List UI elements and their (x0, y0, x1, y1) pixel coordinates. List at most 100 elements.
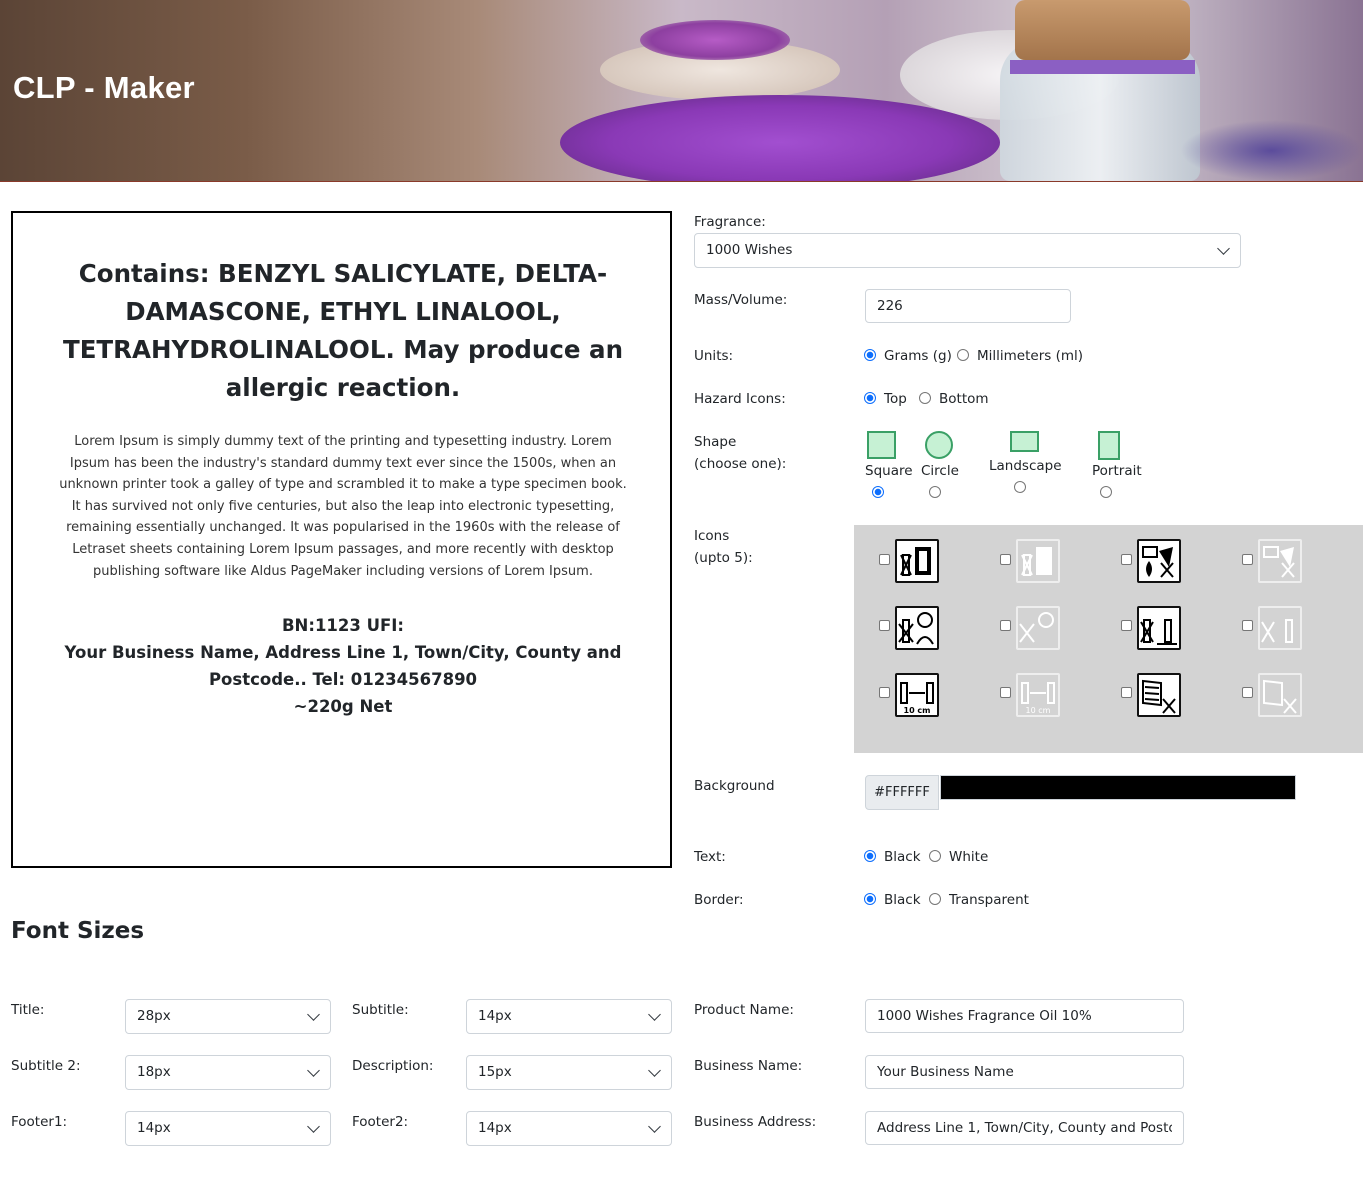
border-transparent-radio[interactable] (929, 893, 941, 905)
font-sizes-heading: Font Sizes (11, 918, 145, 944)
border-transparent-label: Transparent (949, 892, 1029, 908)
background-hex-value: #FFFFFF (865, 775, 939, 810)
footer2-size-value: 14px (478, 1120, 512, 1136)
business-address-label: Business Address: (694, 1114, 817, 1130)
candle-unattended-icon-white (1258, 606, 1302, 650)
preview-description: Lorem Ipsum is simply dummy text of the … (59, 434, 627, 579)
units-ml-label: Millimeters (ml) (977, 348, 1084, 364)
shape-label: Shape (694, 434, 737, 450)
border-black-label: Black (884, 892, 921, 908)
footer2-size-select[interactable]: 14px (466, 1111, 672, 1146)
shape-portrait-label: Portrait (1092, 463, 1142, 479)
fragrance-select-value: 1000 Wishes (706, 242, 793, 258)
text-color-label: Text: (694, 849, 726, 865)
border-black-radio[interactable] (864, 893, 876, 905)
candle-children-icon-white (1016, 606, 1060, 650)
banner-photo-lavender (1180, 120, 1363, 181)
preview-footer2: Your Business Name, Address Line 1, Town… (64, 643, 622, 689)
chevron-down-icon (307, 1120, 320, 1133)
svg-text:10 cm: 10 cm (1026, 706, 1051, 715)
candle-draught-icon-white (1258, 673, 1302, 717)
title-size-label: Title: (11, 1002, 45, 1018)
title-size-value: 28px (137, 1008, 171, 1024)
mass-input[interactable] (865, 289, 1071, 323)
shape-landscape-radio[interactable] (1014, 481, 1026, 493)
units-label: Units: (694, 348, 734, 364)
fragrance-select[interactable]: 1000 Wishes (694, 233, 1241, 268)
subtitle2-size-label: Subtitle 2: (11, 1058, 81, 1074)
preview-title: Contains: BENZYL SALICYLATE, DELTA-DAMAS… (62, 259, 624, 402)
hazard-bottom-label: Bottom (939, 391, 989, 407)
icon-checkbox[interactable] (1000, 554, 1011, 565)
subtitle2-size-value: 18px (137, 1064, 171, 1080)
icon-checkbox[interactable] (1121, 554, 1132, 565)
icon-checkbox[interactable] (879, 554, 890, 565)
business-name-label: Business Name: (694, 1058, 803, 1074)
shape-square-preview[interactable] (867, 431, 896, 459)
border-label: Border: (694, 892, 744, 908)
shape-portrait-radio[interactable] (1100, 486, 1112, 498)
background-color-picker[interactable] (940, 775, 1296, 800)
shape-square-radio[interactable] (872, 486, 884, 498)
banner-photo-cork (1015, 0, 1190, 60)
icon-checkbox[interactable] (1121, 620, 1132, 631)
candle-flammable-icon (1137, 539, 1181, 583)
header-banner: CLP - Maker (0, 0, 1363, 182)
chevron-down-icon (307, 1064, 320, 1077)
product-name-input[interactable] (865, 999, 1184, 1033)
candle-draught-icon (1137, 673, 1181, 717)
fragrance-label: Fragrance: (694, 214, 766, 230)
footer1-size-select[interactable]: 14px (125, 1111, 331, 1146)
label-preview: Contains: BENZYL SALICYLATE, DELTA-DAMAS… (11, 211, 672, 868)
shape-portrait-preview[interactable] (1098, 431, 1120, 460)
banner-photo-candle-glow (640, 20, 790, 60)
candle-spacing-icon: 10 cm (895, 673, 939, 717)
candle-keep-away-icon-white (1016, 539, 1060, 583)
hazard-top-label: Top (884, 391, 907, 407)
icon-checkbox[interactable] (1000, 687, 1011, 698)
product-name-label: Product Name: (694, 1002, 794, 1018)
footer1-size-value: 14px (137, 1120, 171, 1136)
footer2-size-label: Footer2: (352, 1114, 409, 1130)
units-ml-radio[interactable] (957, 349, 969, 361)
text-black-radio[interactable] (864, 850, 876, 862)
description-size-value: 15px (478, 1064, 512, 1080)
icon-checkbox[interactable] (1000, 620, 1011, 631)
text-white-radio[interactable] (929, 850, 941, 862)
icon-checkbox[interactable] (1242, 554, 1253, 565)
hazard-label: Hazard Icons: (694, 391, 786, 407)
text-black-label: Black (884, 849, 921, 865)
background-label: Background (694, 778, 775, 794)
svg-text:10 cm: 10 cm (904, 706, 931, 715)
chevron-down-icon (1217, 242, 1230, 255)
units-grams-radio[interactable] (864, 349, 876, 361)
preview-net-weight: ~220g Net (293, 697, 393, 716)
candle-spacing-icon-white: 10 cm (1016, 673, 1060, 717)
shape-square-label: Square (865, 463, 913, 479)
business-name-input[interactable] (865, 1055, 1184, 1089)
candle-flammable-icon-white (1258, 539, 1302, 583)
business-address-input[interactable] (865, 1111, 1184, 1145)
shape-landscape-label: Landscape (989, 458, 1062, 474)
shape-landscape-preview[interactable] (1010, 431, 1039, 452)
hazard-bottom-radio[interactable] (919, 392, 931, 404)
description-size-select[interactable]: 15px (466, 1055, 672, 1090)
shape-circle-preview[interactable] (925, 431, 953, 459)
page-title: CLP - Maker (13, 70, 195, 105)
subtitle-size-select[interactable]: 14px (466, 999, 672, 1034)
icon-checkbox[interactable] (1242, 620, 1253, 631)
shape-circle-radio[interactable] (929, 486, 941, 498)
hazard-top-radio[interactable] (864, 392, 876, 404)
icons-label: Icons (694, 528, 730, 544)
chevron-down-icon (648, 1064, 661, 1077)
mass-label: Mass/Volume: (694, 292, 788, 308)
icon-checkbox[interactable] (879, 620, 890, 631)
title-size-select[interactable]: 28px (125, 999, 331, 1034)
icon-checkbox[interactable] (1242, 687, 1253, 698)
icon-checkbox[interactable] (1121, 687, 1132, 698)
subtitle2-size-select[interactable]: 18px (125, 1055, 331, 1090)
description-size-label: Description: (352, 1058, 434, 1074)
preview-footer1: BN:1123 UFI: (281, 616, 405, 635)
icon-checkbox[interactable] (879, 687, 890, 698)
shape-label-hint: (choose one): (694, 456, 787, 472)
